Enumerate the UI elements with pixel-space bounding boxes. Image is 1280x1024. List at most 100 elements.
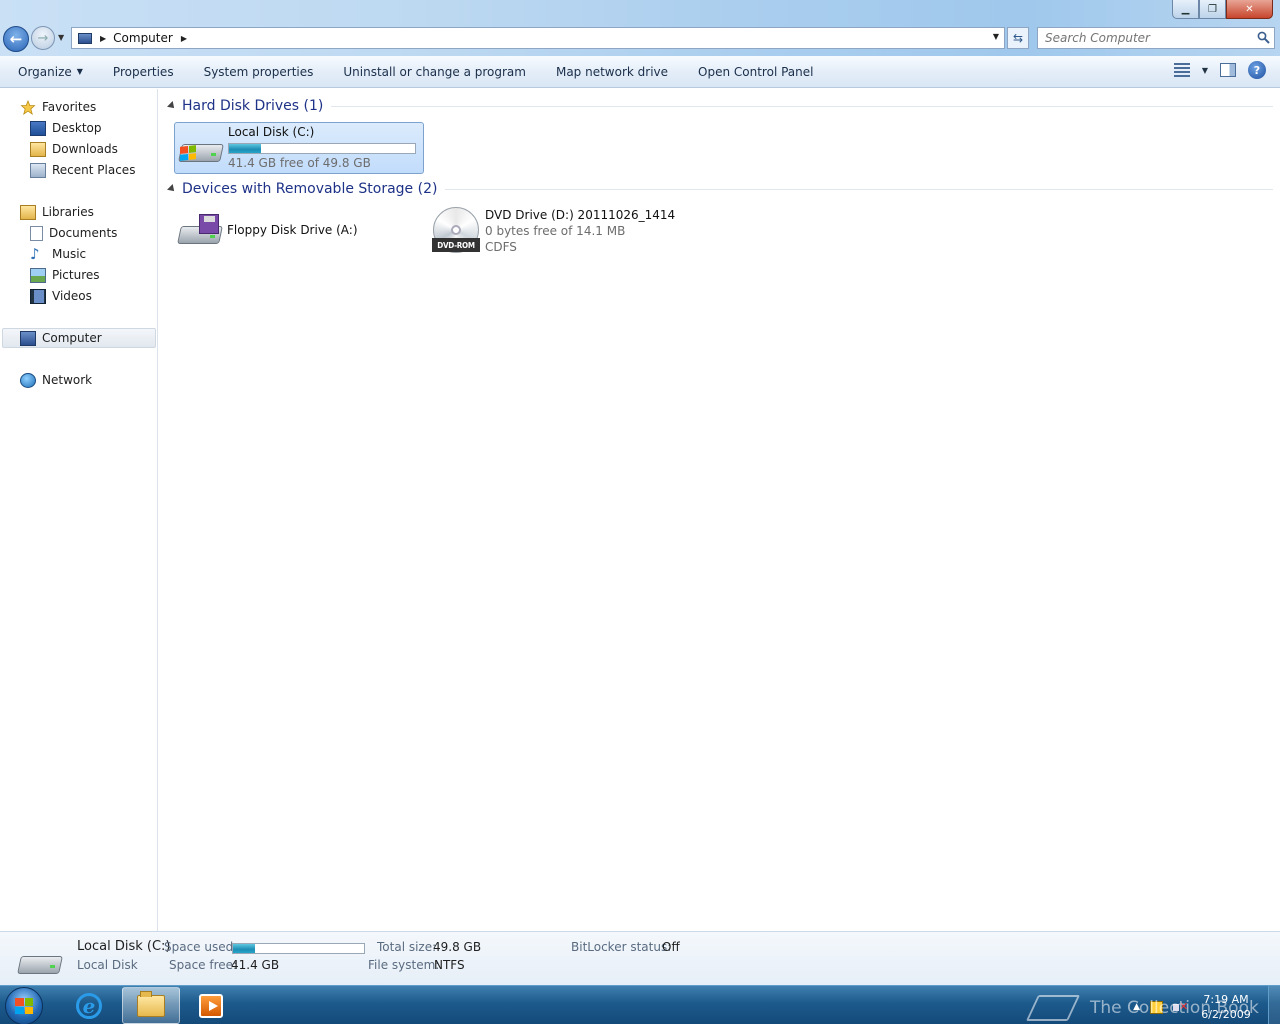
- maximize-button[interactable]: ❐: [1199, 0, 1226, 19]
- open-control-panel-button[interactable]: Open Control Panel: [683, 56, 828, 88]
- media-player-icon: [199, 993, 223, 1018]
- nav-documents[interactable]: Documents: [30, 223, 117, 243]
- system-properties-button[interactable]: System properties: [189, 56, 329, 88]
- drive-name: Local Disk (C:): [228, 125, 315, 139]
- window-controls: ▁ ❐ ✕: [1172, 0, 1273, 19]
- nav-favorites[interactable]: Favorites: [20, 97, 96, 117]
- dvd-rom-label: DVD-ROM: [432, 238, 480, 252]
- book-logo-icon: [1025, 995, 1081, 1021]
- refresh-icon: ⇆: [1012, 31, 1024, 45]
- internet-explorer-icon: e: [76, 992, 102, 1019]
- space-used-label: Space used:: [164, 940, 238, 954]
- network-globe-icon: [20, 372, 36, 388]
- hard-drive-icon: [17, 944, 63, 978]
- taskbar-internet-explorer[interactable]: e: [60, 987, 118, 1024]
- change-view-icon[interactable]: [1173, 63, 1190, 77]
- breadcrumb-separator-icon[interactable]: ▶: [181, 34, 187, 43]
- watermark-text: The Collection Book: [1090, 998, 1259, 1018]
- taskbar-media-player[interactable]: [182, 987, 240, 1024]
- organize-button[interactable]: Organize ▼: [0, 56, 98, 88]
- folder-icon: [137, 990, 165, 1017]
- floppy-disk-icon: [199, 214, 219, 234]
- space-used-bar: [232, 943, 365, 954]
- space-used-bar-fill: [233, 944, 256, 953]
- nav-recent-places[interactable]: Recent Places: [30, 160, 135, 180]
- nav-computer[interactable]: Computer: [2, 328, 156, 348]
- nav-computer-label: Computer: [42, 331, 102, 345]
- address-history-dropdown-icon[interactable]: ▼: [993, 32, 999, 41]
- nav-libraries[interactable]: Libraries: [20, 202, 94, 222]
- uninstall-program-button[interactable]: Uninstall or change a program: [328, 56, 541, 88]
- capacity-bar: [228, 143, 416, 154]
- search-icon[interactable]: [1257, 31, 1270, 44]
- group-header-removable-storage[interactable]: Devices with Removable Storage (2): [167, 179, 1273, 199]
- dvd-drive-icon: DVD-ROM: [432, 207, 480, 255]
- group-divider: [331, 105, 1273, 107]
- nav-videos[interactable]: Videos: [30, 286, 92, 306]
- floppy-drive-icon: [177, 214, 223, 248]
- back-button[interactable]: ←: [3, 26, 29, 52]
- nav-desktop[interactable]: Desktop: [30, 118, 102, 138]
- nav-network-label: Network: [42, 373, 93, 387]
- pictures-icon: [30, 267, 46, 283]
- drive-item-a[interactable]: Floppy Disk Drive (A:): [174, 205, 424, 257]
- address-bar[interactable]: ▶ Computer ▶ ▼: [71, 27, 1005, 49]
- group-label: Devices with Removable Storage (2): [182, 181, 438, 197]
- desktop-icon: [30, 120, 46, 136]
- properties-button[interactable]: Properties: [98, 56, 189, 88]
- group-header-hard-disk-drives[interactable]: Hard Disk Drives (1): [167, 96, 1273, 116]
- nav-documents-label: Documents: [49, 226, 118, 240]
- drive-item-c[interactable]: Local Disk (C:) 41.4 GB free of 49.8 GB: [174, 122, 424, 174]
- breadcrumb-computer[interactable]: Computer: [113, 31, 173, 45]
- capacity-bar-fill: [229, 144, 261, 153]
- star-icon: [20, 99, 36, 115]
- minimize-button[interactable]: ▁: [1172, 0, 1199, 19]
- nav-pictures[interactable]: Pictures: [30, 265, 100, 285]
- documents-icon: [30, 225, 43, 241]
- search-box[interactable]: [1037, 27, 1275, 49]
- chevron-down-icon: ▼: [76, 67, 83, 76]
- nav-music-label: Music: [52, 247, 87, 261]
- refresh-button[interactable]: ⇆: [1007, 27, 1029, 49]
- content-area: Hard Disk Drives (1) Local Disk (C:) 41.…: [159, 89, 1280, 931]
- breadcrumb-separator-icon[interactable]: ▶: [100, 34, 106, 43]
- view-options-dropdown-icon[interactable]: ▼: [1202, 66, 1208, 75]
- recent-pages-dropdown[interactable]: ▼: [58, 33, 64, 42]
- drive-item-d[interactable]: DVD-ROM DVD Drive (D:) 20111026_1414 0 b…: [432, 205, 682, 257]
- preview-pane-icon[interactable]: [1220, 63, 1236, 77]
- collapse-triangle-icon[interactable]: [167, 101, 177, 111]
- hard-drive-icon: [178, 132, 224, 166]
- help-icon[interactable]: ?: [1248, 61, 1266, 79]
- forward-button[interactable]: →: [31, 26, 55, 50]
- film-strip-icon: [30, 288, 46, 304]
- watermark: The Collection Book: [1025, 994, 1262, 1022]
- downloads-folder-icon: [30, 141, 46, 157]
- start-button[interactable]: [5, 987, 43, 1024]
- close-button[interactable]: ✕: [1226, 0, 1273, 19]
- total-size-value: 49.8 GB: [433, 940, 482, 954]
- arrow-left-icon: ←: [9, 30, 23, 48]
- nav-libraries-label: Libraries: [42, 205, 94, 219]
- bitlocker-label: BitLocker status:: [571, 940, 672, 954]
- nav-network[interactable]: Network: [20, 370, 92, 390]
- nav-desktop-label: Desktop: [52, 121, 102, 135]
- space-free-value: 41.4 GB: [231, 958, 280, 972]
- collapse-triangle-icon[interactable]: [167, 184, 177, 194]
- nav-favorites-label: Favorites: [42, 100, 97, 114]
- nav-recent-places-label: Recent Places: [52, 163, 136, 177]
- drive-name: DVD Drive (D:) 20111026_1414: [485, 208, 676, 222]
- search-input[interactable]: [1038, 28, 1248, 48]
- organize-label: Organize: [18, 64, 72, 79]
- nav-music[interactable]: ♪ Music: [30, 244, 86, 264]
- map-network-drive-button[interactable]: Map network drive: [541, 56, 683, 88]
- nav-downloads[interactable]: Downloads: [30, 139, 118, 159]
- details-pane: Local Disk (C:) Local Disk Space used: S…: [0, 931, 1280, 985]
- details-item-type: Local Disk: [77, 958, 138, 972]
- computer-icon: [20, 330, 36, 346]
- command-bar: Organize ▼ Properties System properties U…: [0, 56, 1280, 88]
- group-label: Hard Disk Drives (1): [182, 98, 324, 114]
- navigation-pane: Favorites Desktop Downloads Recent Place…: [0, 89, 158, 931]
- show-desktop-button[interactable]: [1268, 986, 1280, 1024]
- recent-places-icon: [30, 162, 46, 178]
- taskbar-windows-explorer[interactable]: [122, 987, 180, 1024]
